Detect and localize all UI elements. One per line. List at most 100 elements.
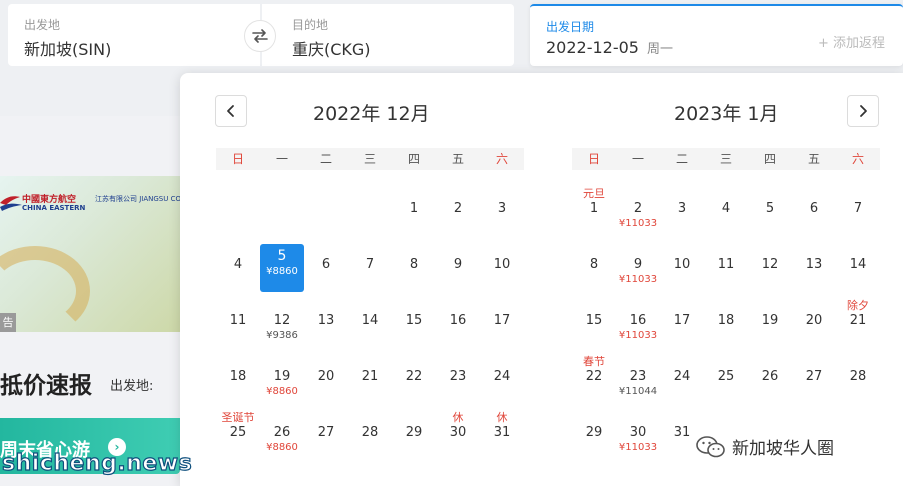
day-cell[interactable]: 27: [792, 342, 836, 398]
day-cell[interactable]: 除夕 21: [836, 286, 880, 342]
holiday-tag: 春节: [583, 355, 605, 368]
next-month-button[interactable]: [847, 95, 879, 127]
day-cell[interactable]: 休 31: [480, 398, 524, 454]
day-number: 25: [717, 369, 735, 384]
ad-tag: 告: [0, 313, 16, 332]
day-number: 5: [277, 248, 287, 264]
day-number: 24: [493, 369, 511, 384]
origin-field[interactable]: 出发地 新加坡(SIN): [8, 4, 260, 66]
day-cell[interactable]: 23: [436, 342, 480, 398]
day-number: 1: [589, 201, 599, 216]
day-cell[interactable]: 24: [660, 342, 704, 398]
day-cell[interactable]: 20: [792, 286, 836, 342]
day-number: 26: [761, 369, 779, 384]
day-number: 19: [761, 313, 779, 328]
day-cell[interactable]: 22: [392, 342, 436, 398]
day-cell[interactable]: 26: [748, 342, 792, 398]
day-cell[interactable]: 10: [660, 230, 704, 286]
day-cell[interactable]: 元旦 1: [572, 174, 616, 230]
add-return-button[interactable]: + 添加返程: [818, 32, 885, 51]
day-cell[interactable]: 9 ¥11033: [616, 230, 660, 286]
ad-banner[interactable]: 中國東方航空 CHINA EASTERN 江苏有限公司 JIANGSU CO.,…: [0, 176, 180, 332]
day-cell[interactable]: 2 ¥11033: [616, 174, 660, 230]
day-cell[interactable]: 28: [348, 398, 392, 454]
day-cell[interactable]: 9: [436, 230, 480, 286]
weekday-label: 五: [807, 152, 820, 166]
day-cell[interactable]: 11: [704, 230, 748, 286]
day-cell[interactable]: 6: [792, 174, 836, 230]
day-cell[interactable]: 8: [392, 230, 436, 286]
day-cell[interactable]: 13: [792, 230, 836, 286]
day-cell[interactable]: 26 ¥8860: [260, 398, 304, 454]
day-cell[interactable]: 25: [704, 342, 748, 398]
date-text: 2022-12-05: [546, 38, 639, 57]
day-cell[interactable]: 19: [748, 286, 792, 342]
day-cell[interactable]: 10: [480, 230, 524, 286]
day-cell[interactable]: 5: [748, 174, 792, 230]
day-cell[interactable]: 12 ¥9386: [260, 286, 304, 342]
weekday-label: 二: [319, 152, 332, 166]
day-cell[interactable]: 30 ¥11033: [616, 398, 660, 454]
month-december: 日一二三四五六 1 2 3 4 5 ¥8860 6 7 8 9 10 11 12 ¥9386 13 14 15 1…: [216, 148, 524, 454]
day-number: 26: [273, 425, 291, 440]
holiday-tag: 休: [452, 411, 464, 424]
day-cell[interactable]: 7: [348, 230, 392, 286]
day-cell[interactable]: 21: [348, 342, 392, 398]
day-cell[interactable]: 12: [748, 230, 792, 286]
day-cell[interactable]: 13: [304, 286, 348, 342]
day-cell[interactable]: 28: [836, 342, 880, 398]
day-cell[interactable]: 18: [704, 286, 748, 342]
day-cell[interactable]: 14: [348, 286, 392, 342]
day-cell[interactable]: 11: [216, 286, 260, 342]
day-cell[interactable]: 27: [304, 398, 348, 454]
weekday-label: 四: [763, 152, 776, 166]
wechat-watermark: 新加坡华人圈: [696, 434, 834, 459]
day-cell[interactable]: 16 ¥11033: [616, 286, 660, 342]
swap-button[interactable]: [244, 20, 276, 52]
day-cell[interactable]: 23 ¥11044: [616, 342, 660, 398]
wechat-watermark-text: 新加坡华人圈: [732, 439, 834, 459]
day-cell[interactable]: 春节 22: [572, 342, 616, 398]
day-cell[interactable]: 4: [216, 230, 260, 286]
day-number: 12: [273, 313, 291, 328]
day-cell[interactable]: 休 30: [436, 398, 480, 454]
day-cell[interactable]: 24: [480, 342, 524, 398]
day-cell[interactable]: 15: [572, 286, 616, 342]
day-cell[interactable]: 19 ¥8860: [260, 342, 304, 398]
destination-field[interactable]: 目的地 重庆(CKG): [262, 4, 514, 66]
day-price: ¥11033: [618, 442, 658, 453]
day-cell[interactable]: 17: [480, 286, 524, 342]
day-cell[interactable]: 14: [836, 230, 880, 286]
day-cell[interactable]: 6: [304, 230, 348, 286]
day-cell[interactable]: 16: [436, 286, 480, 342]
departure-date-label: 出发日期: [546, 20, 595, 34]
day-cell[interactable]: 8: [572, 230, 616, 286]
day-cell[interactable]: 圣诞节 25: [216, 398, 260, 454]
day-cell[interactable]: 18: [216, 342, 260, 398]
day-cell[interactable]: 15: [392, 286, 436, 342]
prev-month-button[interactable]: [215, 95, 247, 127]
day-number: 8: [409, 257, 419, 272]
day-number: 19: [273, 369, 291, 384]
day-price: ¥11033: [618, 218, 658, 229]
day-number: 29: [585, 425, 603, 440]
selected-day-cell[interactable]: 5 ¥8860: [260, 230, 304, 292]
day-cell[interactable]: 20: [304, 342, 348, 398]
day-cell[interactable]: 3: [660, 174, 704, 230]
day-number: 1: [409, 201, 419, 216]
day-number: 14: [361, 313, 379, 328]
departure-date-field[interactable]: 出发日期 2022-12-05 周一 + 添加返程: [530, 4, 903, 66]
day-cell[interactable]: 7: [836, 174, 880, 230]
day-cell[interactable]: 29: [392, 398, 436, 454]
day-number: 2: [453, 201, 463, 216]
day-grid: 元旦 1 2 ¥11033 3 4 5 6 7 8 9 ¥11033 10 11 12 13 14 15 16 ¥11…: [572, 174, 880, 454]
chevron-left-icon: [227, 105, 234, 117]
day-cell[interactable]: 4: [704, 174, 748, 230]
month-january: 日一二三四五六 元旦 1 2 ¥11033 3 4 5 6 7 8 9 ¥11033 10 11 12 13 1…: [572, 148, 880, 454]
day-cell[interactable]: 29: [572, 398, 616, 454]
day-cell[interactable]: 3: [480, 174, 524, 230]
day-cell[interactable]: 1: [392, 174, 436, 230]
day-number: 11: [229, 313, 247, 328]
day-cell[interactable]: 17: [660, 286, 704, 342]
day-cell[interactable]: 2: [436, 174, 480, 230]
